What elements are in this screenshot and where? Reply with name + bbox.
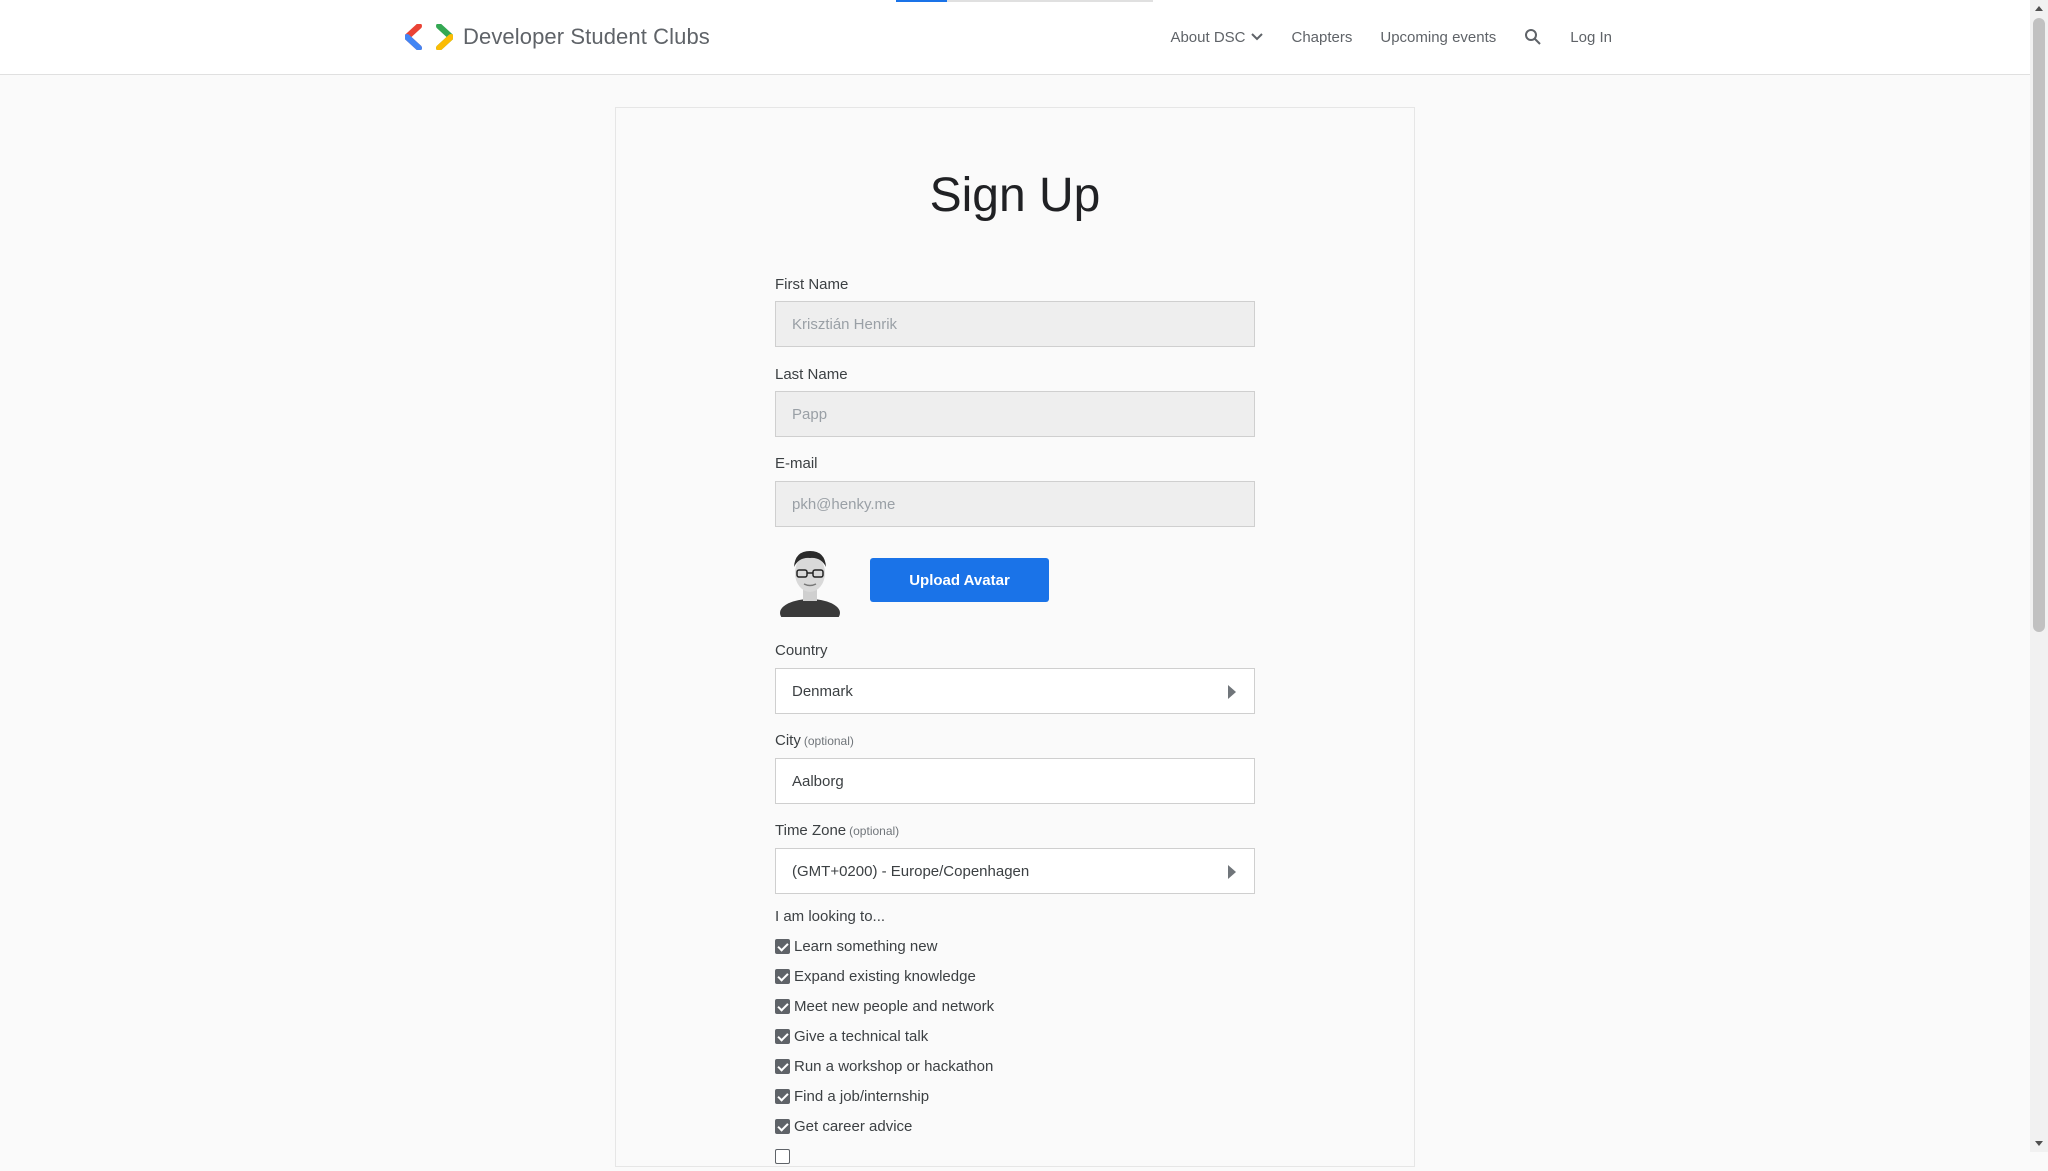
checkbox-row[interactable]: Meet new people and network xyxy=(775,991,994,1021)
first-name-label: First Name xyxy=(775,276,849,293)
timezone-label-text: Time Zone xyxy=(775,822,847,839)
scroll-down-icon[interactable] xyxy=(2035,1141,2043,1146)
avatar xyxy=(780,551,840,617)
checkbox[interactable] xyxy=(775,1118,790,1134)
country-value: Denmark xyxy=(792,682,853,700)
looking-to-title: I am looking to... xyxy=(775,908,886,925)
checkbox-label: Give a technical talk xyxy=(794,1027,929,1045)
main-nav: About DSC Chapters Upcoming events Log I… xyxy=(1170,22,1612,52)
nav-upcoming-events[interactable]: Upcoming events xyxy=(1380,29,1496,46)
checkbox-row[interactable]: Get career advice xyxy=(775,1111,994,1141)
checkbox[interactable] xyxy=(775,968,790,984)
city-label: City (optional) xyxy=(775,732,854,749)
country-select[interactable]: Denmark xyxy=(775,668,1255,714)
city-label-text: City xyxy=(775,732,801,749)
brand-name: Developer Student Clubs xyxy=(463,24,710,49)
nav-about-dsc[interactable]: About DSC xyxy=(1170,29,1263,46)
brand-logo-link[interactable]: Developer Student Clubs xyxy=(405,20,710,54)
search-button[interactable] xyxy=(1524,28,1542,46)
first-name-field[interactable]: Krisztián Henrik xyxy=(775,301,1255,347)
timezone-value: (GMT+0200) - Europe/Copenhagen xyxy=(792,862,1030,880)
nav-about-label: About DSC xyxy=(1170,28,1246,46)
checkbox-label: Run a workshop or hackathon xyxy=(794,1057,994,1075)
checkbox[interactable] xyxy=(775,1058,790,1074)
looking-to-group: I am looking to... Learn something new E… xyxy=(775,908,994,1171)
city-optional-hint: (optional) xyxy=(803,734,854,748)
checkbox-row[interactable]: Give a technical talk xyxy=(775,1021,994,1051)
checkbox[interactable] xyxy=(775,938,790,954)
timezone-label: Time Zone (optional) xyxy=(775,822,899,839)
checkbox-label: Find a job/internship xyxy=(794,1087,930,1105)
checkbox-label: Learn something new xyxy=(794,937,938,955)
last-name-label: Last Name xyxy=(775,366,848,383)
page-scrollbar[interactable] xyxy=(2030,0,2048,1152)
email-label: E-mail xyxy=(775,455,818,472)
city-field[interactable]: Aalborg xyxy=(775,758,1255,804)
timezone-select[interactable]: (GMT+0200) - Europe/Copenhagen xyxy=(775,848,1255,894)
scroll-up-icon[interactable] xyxy=(2035,6,2043,11)
scrollbar-thumb[interactable] xyxy=(2033,18,2045,632)
checkbox-row[interactable]: Run a workshop or hackathon xyxy=(775,1051,994,1081)
checkbox-label: Meet new people and network xyxy=(794,997,995,1015)
checkbox[interactable] xyxy=(775,998,790,1014)
search-icon xyxy=(1525,29,1541,45)
nav-chapters[interactable]: Chapters xyxy=(1292,29,1353,46)
email-field[interactable]: pkh@henky.me xyxy=(775,481,1255,527)
caret-right-icon xyxy=(1228,685,1236,699)
page-loading-bar xyxy=(896,0,1153,2)
country-label: Country xyxy=(775,642,828,659)
nav-log-in[interactable]: Log In xyxy=(1570,29,1612,46)
checkbox-label: Expand existing knowledge xyxy=(794,967,976,985)
checkbox-row[interactable]: Expand existing knowledge xyxy=(775,961,994,991)
page-title: Sign Up xyxy=(929,169,1101,222)
checkbox[interactable] xyxy=(775,1028,790,1044)
signup-card xyxy=(615,107,1415,1167)
dsc-logo-icon xyxy=(405,24,453,50)
top-header: Developer Student Clubs About DSC Chapte… xyxy=(0,0,2030,75)
checkbox-row[interactable]: Learn something new xyxy=(775,931,994,961)
timezone-optional-hint: (optional) xyxy=(849,824,900,838)
checkbox-row[interactable]: Find a job/internship xyxy=(775,1081,994,1111)
checkbox[interactable] xyxy=(775,1088,790,1104)
checkbox-label: Get career advice xyxy=(794,1117,913,1135)
checkbox[interactable] xyxy=(775,1148,790,1164)
caret-right-icon xyxy=(1228,865,1236,879)
upload-avatar-button[interactable]: Upload Avatar xyxy=(870,558,1049,602)
checkbox-row-partial[interactable] xyxy=(775,1141,994,1171)
chevron-down-icon xyxy=(1250,33,1263,41)
last-name-field[interactable]: Papp xyxy=(775,391,1255,437)
